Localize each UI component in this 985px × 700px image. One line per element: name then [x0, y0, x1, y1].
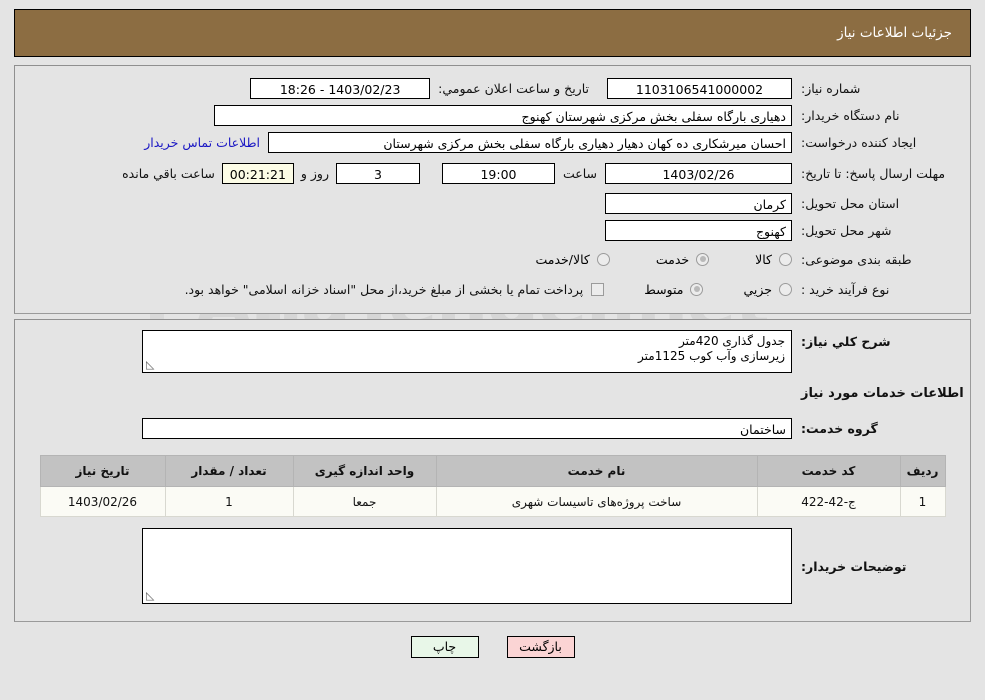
page-title: جزئیات اطلاعات نیاز	[837, 25, 952, 41]
remaining-hours-label: ساعت باقي مانده	[122, 165, 215, 181]
radio-icon[interactable]	[596, 252, 610, 266]
summary-textarea[interactable]: جدول گذاری 420متر زیرسازی وآب کوب 1125مت…	[142, 330, 792, 373]
process-label: نوع فرآیند خرید :	[801, 281, 890, 297]
row-service-group: گروه خدمت: ساختمان	[15, 413, 970, 443]
need-info-panel: شماره نیاز: 1103106541000002 تاریخ و ساع…	[14, 65, 971, 314]
buyer-org-label: نام دستگاه خریدار:	[801, 108, 900, 123]
province-field: کرمان	[605, 193, 792, 214]
row-summary: شرح کلي نیاز: جدول گذاری 420متر زیرسازی …	[15, 320, 970, 373]
row-buyer-org: نام دستگاه خریدار: دهیاری بارگاه سفلی بخ…	[15, 102, 970, 129]
treasury-checkbox[interactable]	[591, 282, 605, 296]
row-need-number: شماره نیاز: 1103106541000002 تاریخ و ساع…	[15, 75, 970, 102]
th-unit: واحد اندازه گیری	[292, 455, 437, 487]
table-header-row: ردیف کد خدمت نام خدمت واحد اندازه گیری ت…	[39, 455, 946, 487]
hour-label: ساعت	[562, 165, 597, 181]
need-number-field: 1103106541000002	[607, 78, 792, 99]
city-label: شهر محل تحویل:	[801, 223, 892, 238]
cell-name: ساخت پروژه‌های تاسیسات شهری	[435, 486, 758, 517]
summary-label: شرح کلي نیاز:	[801, 334, 891, 349]
services-heading: اطلاعات خدمات مورد نیاز	[801, 386, 964, 401]
province-label: استان محل تحویل:	[801, 196, 900, 211]
need-details-panel: شرح کلي نیاز: جدول گذاری 420متر زیرسازی …	[14, 319, 971, 622]
buyer-org-field: دهیاری بارگاه سفلی بخش مرکزی شهرستان کهن…	[214, 105, 792, 126]
radio-category-khedmat[interactable]: خدمت	[655, 251, 710, 267]
resize-handle-icon[interactable]: ◿	[146, 358, 156, 371]
row-process: نوع فرآیند خرید : جزيي متوسط پرداخت تمام…	[15, 274, 970, 304]
announce-label: تاریخ و ساعت اعلان عمومي:	[438, 81, 589, 96]
radio-icon[interactable]	[690, 282, 704, 296]
row-deadline: مهلت ارسال پاسخ: تا تاریخ: 1403/02/26 سا…	[15, 156, 970, 190]
button-bar: بازگشت چاپ	[14, 636, 971, 658]
radio-label: متوسط	[644, 281, 684, 297]
row-services-heading: اطلاعات خدمات مورد نیاز	[15, 373, 970, 413]
service-group-field: ساختمان	[142, 417, 792, 439]
th-date: تاریخ نیاز	[39, 455, 166, 487]
countdown-field: 00:21:21	[221, 162, 294, 184]
services-table: ردیف کد خدمت نام خدمت واحد اندازه گیری ت…	[39, 455, 946, 517]
deadline-hour-field: 19:00	[441, 162, 555, 184]
radio-label: خدمت	[655, 251, 690, 267]
deadline-label: مهلت ارسال پاسخ: تا تاریخ:	[801, 165, 946, 181]
row-creator: ایجاد کننده درخواست: احسان میرشکاری ده ک…	[15, 129, 970, 156]
treasury-note: پرداخت تمام یا بخشی از مبلغ خرید،از محل …	[184, 281, 584, 297]
radio-label: کالا	[755, 251, 772, 267]
radio-label: کالا/خدمت	[535, 251, 590, 267]
category-label: طبقه بندی موضوعی:	[801, 251, 912, 267]
resize-handle-icon[interactable]: ◿	[146, 589, 156, 602]
remaining-days-field: 3	[335, 162, 420, 184]
radio-label: جزيي	[743, 281, 772, 297]
buyer-notes-label: توضیحات خریدار:	[801, 558, 907, 574]
deadline-date-field: 1403/02/26	[605, 162, 792, 184]
cell-date: 1403/02/26	[39, 486, 166, 517]
print-button[interactable]: چاپ	[410, 636, 479, 658]
radio-icon[interactable]	[779, 282, 792, 296]
th-quantity: تعداد / مقدار	[164, 455, 294, 487]
radio-process-jozii[interactable]: جزيي	[743, 282, 792, 297]
page-header: جزئیات اطلاعات نیاز	[14, 9, 971, 57]
announce-datetime-field: 1403/02/23 - 18:26	[250, 78, 431, 99]
row-buyer-notes: توضیحات خریدار: ◿	[15, 528, 970, 604]
page: جزئیات اطلاعات نیاز شماره نیاز: 11031065…	[0, 9, 985, 658]
row-province: استان محل تحویل: کرمان	[15, 190, 970, 217]
days-label: روز و	[300, 165, 329, 181]
summary-text: جدول گذاری 420متر زیرسازی وآب کوب 1125مت…	[638, 334, 785, 363]
cell-code: ج-42-422	[756, 486, 901, 517]
creator-field: احسان میرشکاری ده کهان دهیار دهیاری بارگ…	[268, 132, 792, 153]
buyer-notes-textarea[interactable]: ◿	[142, 528, 792, 604]
creator-label: ایجاد کننده درخواست:	[801, 135, 917, 150]
row-category: طبقه بندی موضوعی: کالا خدمت کالا/خدمت	[15, 244, 970, 274]
cell-index: 1	[899, 486, 946, 517]
radio-category-kala-khedmat[interactable]: کالا/خدمت	[535, 251, 610, 267]
back-button[interactable]: بازگشت	[506, 636, 575, 658]
radio-icon[interactable]	[696, 252, 710, 266]
th-index: ردیف	[899, 455, 946, 487]
table-row: 1 ج-42-422 ساخت پروژه‌های تاسیسات شهری ج…	[39, 486, 946, 517]
cell-unit: جمعا	[292, 486, 437, 517]
radio-process-motavaset[interactable]: متوسط	[644, 281, 704, 297]
service-group-label: گروه خدمت:	[801, 420, 878, 436]
cell-quantity: 1	[164, 486, 294, 517]
row-city: شهر محل تحویل: کهنوج	[15, 217, 970, 244]
buyer-contact-link[interactable]: اطلاعات تماس خریدار	[144, 135, 260, 150]
services-table-wrap: ردیف کد خدمت نام خدمت واحد اندازه گیری ت…	[15, 455, 970, 517]
need-number-label: شماره نیاز:	[801, 81, 861, 96]
radio-icon[interactable]	[779, 252, 792, 266]
th-name: نام خدمت	[435, 455, 758, 487]
city-field: کهنوج	[605, 220, 792, 241]
radio-category-kala[interactable]: کالا	[755, 252, 792, 267]
th-code: کد خدمت	[756, 455, 901, 487]
